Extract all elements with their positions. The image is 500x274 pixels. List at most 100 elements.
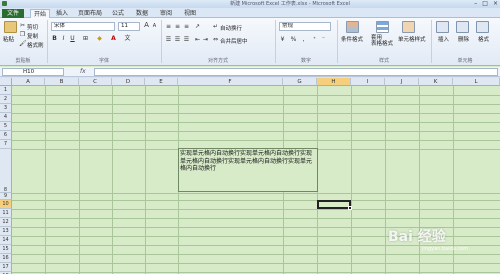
format-cells-button[interactable]: 格式 xyxy=(478,35,489,43)
fill-handle[interactable] xyxy=(348,206,352,210)
row-header-selected[interactable]: 10 xyxy=(0,200,12,209)
border-icon[interactable]: ⊞ xyxy=(82,35,89,42)
copy-button[interactable]: 复制 xyxy=(27,32,38,40)
underline-button[interactable]: U xyxy=(69,35,76,42)
align-right-icon[interactable]: ☰ xyxy=(183,36,190,43)
percent-button[interactable]: % xyxy=(290,36,297,43)
font-name-select[interactable]: 宋体 xyxy=(51,22,115,31)
paste-button[interactable]: 粘贴 xyxy=(3,35,14,43)
column-header[interactable]: I xyxy=(351,78,385,86)
decrease-indent-icon[interactable]: ⇤ xyxy=(194,36,201,43)
cut-button[interactable]: 剪切 xyxy=(27,23,38,31)
comma-style-button[interactable]: , xyxy=(300,36,307,43)
tab-home[interactable]: 开始 xyxy=(30,9,51,18)
wrap-text-icon[interactable]: ↵ xyxy=(212,23,219,30)
column-header[interactable]: K xyxy=(419,78,453,86)
align-bottom-icon[interactable]: ≡ xyxy=(183,23,190,30)
column-header[interactable]: F xyxy=(178,78,283,86)
insert-cells-icon[interactable] xyxy=(436,21,449,33)
shrink-font-icon[interactable]: A xyxy=(151,23,158,30)
align-center-icon[interactable]: ☰ xyxy=(174,36,181,43)
column-header-selected[interactable]: H xyxy=(317,78,351,86)
copy-icon[interactable]: ❐ xyxy=(19,31,26,38)
column-header[interactable]: D xyxy=(112,78,145,86)
align-top-icon[interactable]: ≡ xyxy=(165,23,172,30)
row-header[interactable]: 15 xyxy=(0,245,12,254)
merge-center-button[interactable]: 合并后居中 xyxy=(220,37,248,45)
excel-app-icon[interactable] xyxy=(2,1,7,6)
column-header[interactable]: E xyxy=(145,78,178,86)
formula-input[interactable] xyxy=(94,68,498,76)
paste-icon[interactable] xyxy=(4,21,17,33)
cell-styles-icon[interactable] xyxy=(402,21,415,33)
close-button[interactable]: × xyxy=(493,0,498,8)
tab-page-layout[interactable]: 页面布局 xyxy=(78,9,102,18)
gridline xyxy=(12,209,500,210)
cell-styles-button[interactable]: 单元格样式 xyxy=(398,35,426,43)
tab-formulas[interactable]: 公式 xyxy=(112,9,124,18)
cut-icon[interactable]: ✂ xyxy=(19,22,26,29)
row-header[interactable]: 16 xyxy=(0,254,12,263)
tab-review[interactable]: 审阅 xyxy=(160,9,172,18)
tab-insert[interactable]: 插入 xyxy=(56,9,68,18)
format-painter-icon[interactable]: 🖌 xyxy=(19,40,27,47)
increase-decimal-icon[interactable]: ⁺ xyxy=(311,36,318,43)
insert-cells-button[interactable]: 插入 xyxy=(438,35,449,43)
column-header[interactable]: A xyxy=(12,78,45,86)
increase-indent-icon[interactable]: ⇥ xyxy=(202,36,209,43)
tab-file[interactable]: 文件 xyxy=(2,9,24,18)
format-painter-button[interactable]: 格式刷 xyxy=(27,41,44,49)
orientation-icon[interactable]: ↗ xyxy=(194,23,201,30)
tab-view[interactable]: 视图 xyxy=(184,9,196,18)
format-cells-icon[interactable] xyxy=(476,21,489,33)
grow-font-icon[interactable]: A xyxy=(143,22,150,29)
name-box[interactable]: H10 xyxy=(2,68,64,76)
row-header[interactable]: 2 xyxy=(0,95,12,104)
minimize-button[interactable]: – xyxy=(474,0,477,8)
row-header[interactable]: 7 xyxy=(0,140,12,149)
wrapped-text-cell[interactable]: 实现单元格内自动换行实现单元格内自动换行实现单元格内自动换行实现单元格内自动换行… xyxy=(178,148,318,192)
font-color-icon[interactable]: A xyxy=(110,35,117,42)
select-all-corner[interactable] xyxy=(0,78,12,86)
column-header[interactable]: B xyxy=(45,78,79,86)
bold-button[interactable]: B xyxy=(51,35,58,42)
row-header[interactable]: 6 xyxy=(0,131,12,140)
number-format-select[interactable]: 常规 xyxy=(279,22,331,31)
wrap-text-button[interactable]: 自动换行 xyxy=(220,24,242,32)
row-header[interactable]: 14 xyxy=(0,236,12,245)
currency-icon[interactable]: ¥ xyxy=(279,36,286,43)
row-header[interactable]: 17 xyxy=(0,263,12,272)
align-left-icon[interactable]: ☰ xyxy=(165,36,172,43)
fill-color-icon[interactable]: ◆ xyxy=(96,35,103,42)
row-header[interactable]: 8 xyxy=(0,149,12,193)
column-header[interactable]: C xyxy=(79,78,112,86)
decrease-decimal-icon[interactable]: ⁻ xyxy=(320,36,327,43)
row-header[interactable]: 1 xyxy=(0,86,12,95)
active-cell-selection[interactable] xyxy=(317,200,351,209)
format-as-table-button[interactable]: 套用 表格格式 xyxy=(371,35,393,47)
row-header[interactable]: 4 xyxy=(0,113,12,122)
tab-data[interactable]: 数据 xyxy=(136,9,148,18)
align-middle-icon[interactable]: ≡ xyxy=(174,23,181,30)
column-header[interactable]: L xyxy=(453,78,500,86)
row-header[interactable]: 11 xyxy=(0,209,12,218)
row-header[interactable]: 13 xyxy=(0,227,12,236)
insert-function-icon[interactable]: fx xyxy=(80,68,86,76)
format-as-table-icon[interactable] xyxy=(376,21,389,33)
conditional-formatting-button[interactable]: 条件格式 xyxy=(341,35,363,43)
column-header[interactable]: G xyxy=(283,78,317,86)
window-title: 新建 Microsoft Excel 工作表.xlsx - Microsoft … xyxy=(230,1,350,7)
row-header[interactable]: 9 xyxy=(0,193,12,200)
merge-center-icon[interactable]: ⇔ xyxy=(212,36,219,43)
font-size-select[interactable]: 11 xyxy=(118,22,140,31)
phonetic-icon[interactable]: 文 xyxy=(124,35,131,42)
conditional-formatting-icon[interactable] xyxy=(346,21,359,33)
maximize-button[interactable]: □ xyxy=(482,0,488,8)
row-header[interactable]: 3 xyxy=(0,104,12,113)
delete-cells-button[interactable]: 删除 xyxy=(458,35,469,43)
column-header[interactable]: J xyxy=(385,78,419,86)
italic-button[interactable]: I xyxy=(60,35,67,42)
delete-cells-icon[interactable] xyxy=(456,21,469,33)
row-header[interactable]: 5 xyxy=(0,122,12,131)
row-header[interactable]: 12 xyxy=(0,218,12,227)
